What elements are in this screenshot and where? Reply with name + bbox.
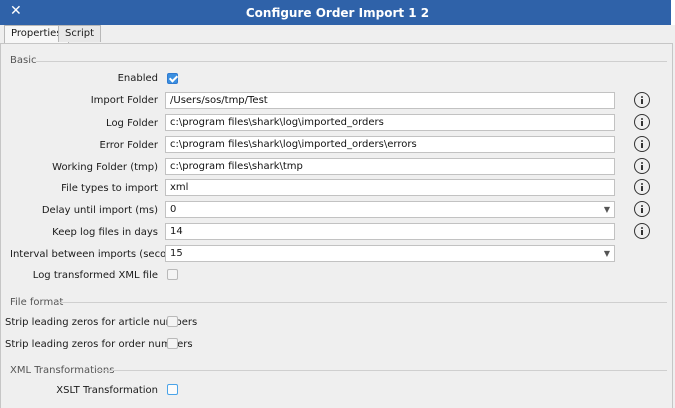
interval-label: Interval between imports (seconds) (10, 249, 188, 260)
keep-logs-field[interactable]: 14 (165, 223, 615, 240)
error-folder-field[interactable]: c:\program files\shark\log\imported_orde… (165, 136, 615, 153)
error-folder-label: Error Folder (99, 140, 158, 151)
section-divider (56, 302, 667, 303)
interval-value: 15 (170, 248, 183, 259)
title-bar: ✕ Configure Order Import 1 2 (0, 0, 675, 25)
info-icon[interactable] (634, 179, 650, 195)
import-folder-label: Import Folder (90, 95, 158, 106)
strip-article-label: Strip leading zeros for article numbers (5, 317, 198, 328)
log-folder-label: Log Folder (106, 118, 158, 129)
file-types-field[interactable]: xml (165, 179, 615, 196)
keep-logs-label: Keep log files in days (52, 227, 158, 238)
window-title: Configure Order Import 1 2 (245, 6, 430, 20)
log-folder-field[interactable]: c:\program files\shark\log\imported_orde… (165, 114, 615, 131)
strip-order-label: Strip leading zeros for order numbers (5, 339, 193, 350)
import-folder-field[interactable]: /Users/sos/tmp/Test (165, 92, 615, 109)
chevron-down-icon: ▼ (603, 205, 610, 214)
delay-value: 0 (170, 204, 177, 215)
section-divider (96, 370, 667, 371)
section-basic: Basic (10, 55, 37, 66)
enabled-checkbox[interactable] (167, 73, 178, 84)
log-xml-checkbox[interactable] (167, 269, 178, 280)
xslt-label: XSLT Transformation (56, 385, 158, 396)
log-xml-label: Log transformed XML file (32, 270, 158, 281)
tab-script[interactable]: Script (58, 25, 102, 42)
working-folder-label: Working Folder (tmp) (52, 162, 158, 173)
delay-label: Delay until import (ms) (41, 205, 158, 216)
section-divider (36, 61, 667, 62)
interval-select[interactable]: 15 ▼ (165, 245, 615, 262)
info-icon[interactable] (634, 136, 650, 152)
enabled-label: Enabled (117, 73, 158, 84)
info-icon[interactable] (634, 92, 650, 108)
info-icon[interactable] (634, 223, 650, 239)
delay-select[interactable]: 0 ▼ (165, 201, 615, 218)
xslt-checkbox[interactable] (167, 384, 178, 395)
info-icon[interactable] (634, 158, 650, 174)
chevron-down-icon: ▼ (603, 249, 610, 258)
info-icon[interactable] (634, 114, 650, 130)
working-folder-field[interactable]: c:\program files\shark\tmp (165, 158, 615, 175)
file-types-label: File types to import (61, 183, 158, 194)
info-icon[interactable] (634, 201, 650, 217)
strip-order-checkbox[interactable] (167, 338, 178, 349)
strip-article-checkbox[interactable] (167, 316, 178, 327)
tab-bar: Properties Script (0, 25, 675, 43)
